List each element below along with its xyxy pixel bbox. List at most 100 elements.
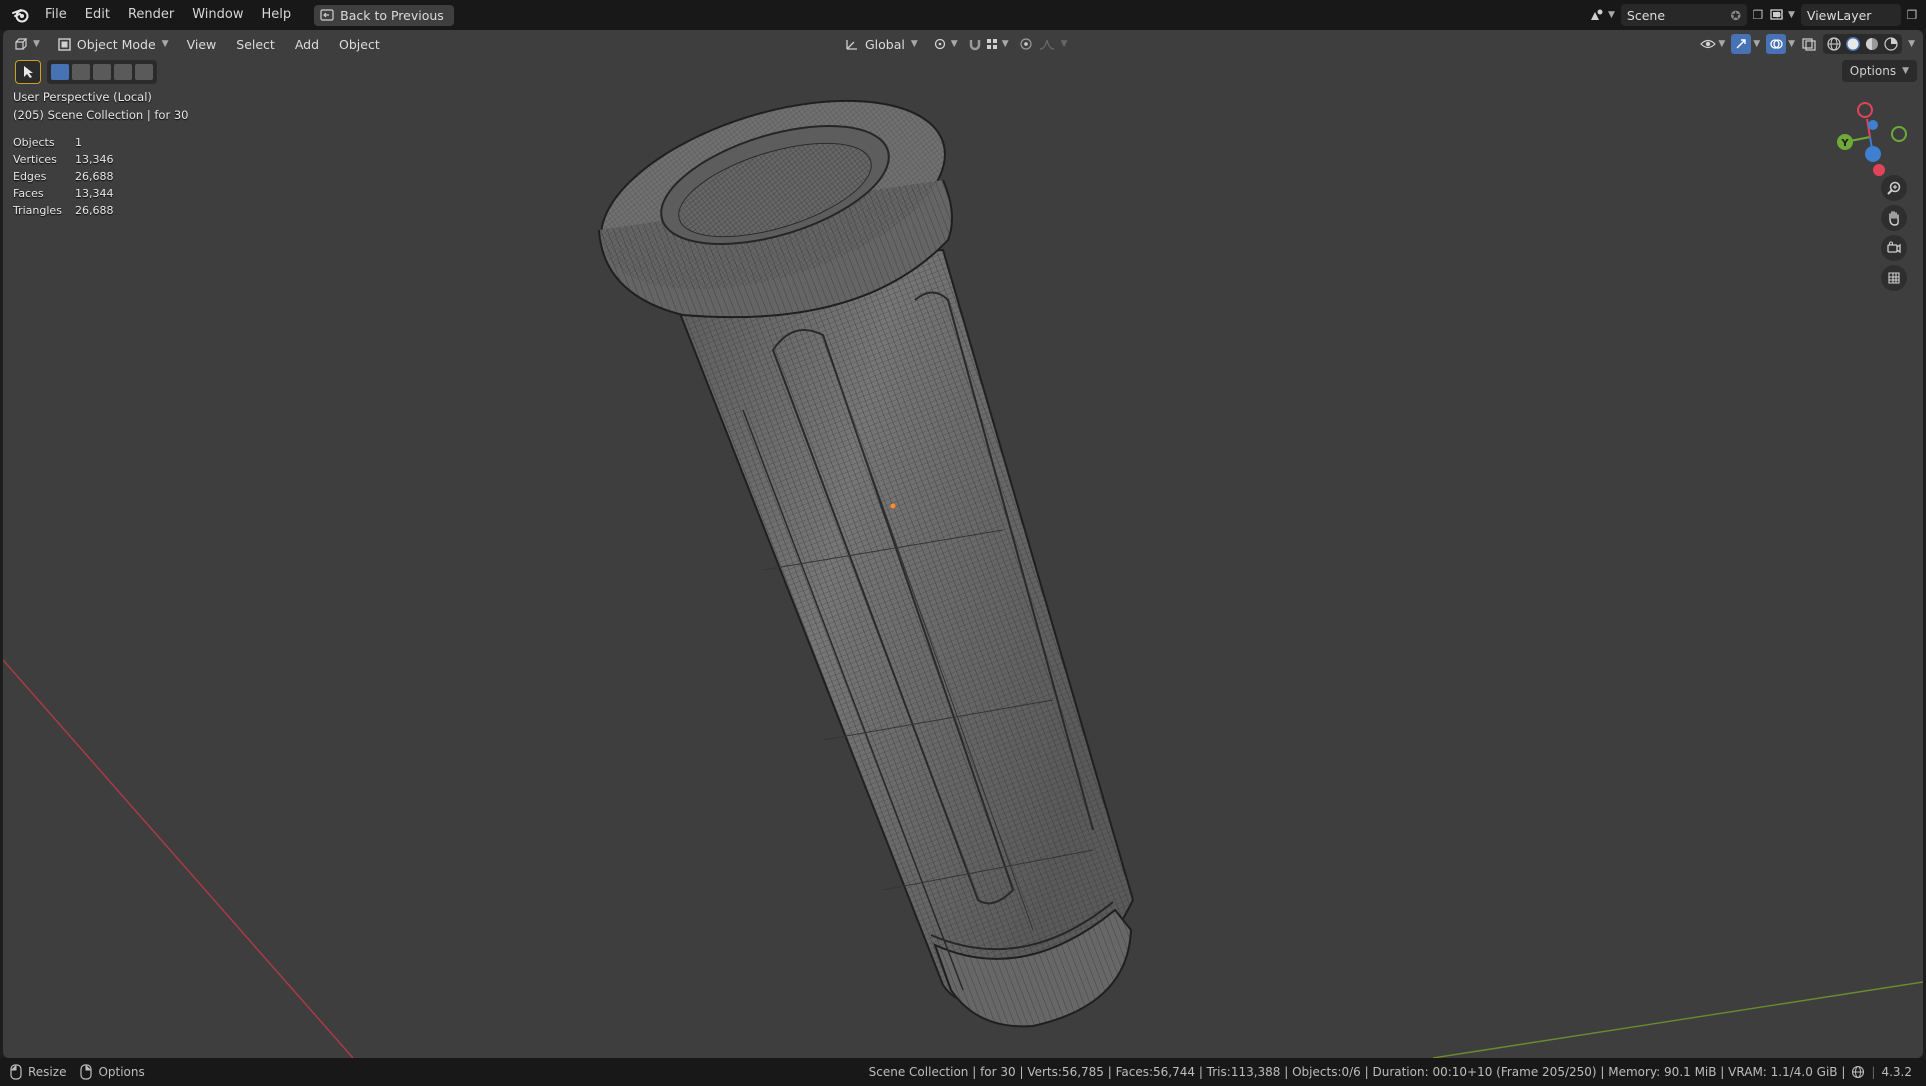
select-tool-button[interactable] xyxy=(15,60,41,84)
chevron-down-icon: ▼ xyxy=(33,39,40,49)
zoom-button[interactable] xyxy=(1881,175,1907,201)
status-bar: Resize Options Scene Collection | for 30… xyxy=(0,1058,1926,1086)
proportional-edit-icon xyxy=(1019,37,1033,51)
blender-version: 4.3.2 xyxy=(1881,1065,1912,1079)
menu-window[interactable]: Window xyxy=(183,0,252,30)
chevron-down-icon: ▼ xyxy=(1001,39,1009,49)
cursor-arrow-icon xyxy=(22,65,34,79)
overlays-button[interactable]: ▼ xyxy=(1766,33,1795,55)
eye-icon xyxy=(1700,37,1717,51)
stat-row: Faces 13,344 xyxy=(13,185,114,202)
extend-selection-icon[interactable] xyxy=(72,64,90,80)
grid-icon xyxy=(1886,270,1902,286)
orientation-icon xyxy=(845,37,859,51)
options-dropdown[interactable]: Options ▼ xyxy=(1841,60,1917,82)
view-layer-icon[interactable] xyxy=(1766,4,1788,26)
view-layer-value: ViewLayer xyxy=(1806,7,1872,23)
scene-name-field[interactable]: Scene ✪ xyxy=(1620,4,1747,26)
zoom-icon xyxy=(1886,180,1902,196)
3d-viewport[interactable]: ▼ Object Mode ▼ View Select Add Object G… xyxy=(3,30,1923,1058)
projection-toggle-button[interactable] xyxy=(1881,265,1907,291)
pin-icon[interactable]: ✪ xyxy=(1730,8,1740,23)
invert-selection-icon[interactable] xyxy=(114,64,132,80)
gizmo-neg-y-handle[interactable] xyxy=(1891,126,1907,142)
globe-icon xyxy=(1851,1065,1865,1079)
camera-view-button[interactable] xyxy=(1881,235,1907,261)
proportional-edit-button[interactable]: ▼ xyxy=(1019,33,1068,55)
menu-render[interactable]: Render xyxy=(119,0,183,30)
set-new-selection-icon[interactable] xyxy=(51,64,69,80)
scene-selector: ▼ Scene ✪ ❐ ✕ xyxy=(1586,4,1791,26)
chevron-down-icon[interactable]: ▼ xyxy=(1608,10,1615,20)
gizmo-x-handle[interactable] xyxy=(1873,164,1885,176)
gizmo-toggle-icon xyxy=(1731,34,1752,54)
chevron-down-icon: ▼ xyxy=(1902,66,1909,76)
orientation-label: Global xyxy=(865,36,905,52)
visibility-button[interactable]: ▼ xyxy=(1700,33,1725,55)
falloff-curve-icon xyxy=(1039,37,1055,51)
stat-label: Vertices xyxy=(13,153,57,166)
menu-edit[interactable]: Edit xyxy=(76,0,119,30)
menu-add[interactable]: Add xyxy=(285,37,329,52)
separator: | xyxy=(1871,1065,1876,1079)
pivot-point-button[interactable]: ▼ xyxy=(932,33,958,55)
perspective-label: User Perspective (Local) xyxy=(13,90,152,104)
gizmo-toggle-button[interactable]: ▼ xyxy=(1731,33,1760,55)
rendered-shading-icon[interactable] xyxy=(1883,36,1899,52)
xray-icon xyxy=(1801,37,1817,51)
chevron-down-icon: ▼ xyxy=(1788,39,1796,49)
wireframe-shading-icon[interactable] xyxy=(1826,36,1842,52)
stat-label: Triangles xyxy=(13,204,62,217)
gizmo-neg-x-handle[interactable] xyxy=(1857,102,1873,118)
view-layer-field[interactable]: ViewLayer xyxy=(1800,4,1901,26)
solid-shading-icon[interactable] xyxy=(1845,36,1861,52)
snap-button[interactable]: ▼ xyxy=(968,33,1009,55)
viewport-header: ▼ Object Mode ▼ View Select Add Object G… xyxy=(3,30,1923,58)
blender-logo-icon[interactable] xyxy=(6,0,36,30)
menu-object[interactable]: Object xyxy=(329,37,390,52)
stat-value: 13,346 xyxy=(75,153,114,166)
new-view-layer-icon[interactable]: ❐ xyxy=(1901,4,1923,26)
gizmo-z-handle[interactable] xyxy=(1865,146,1881,162)
chevron-down-icon[interactable]: ▼ xyxy=(1908,39,1915,49)
magnet-icon xyxy=(968,37,982,51)
menu-select[interactable]: Select xyxy=(226,37,285,52)
top-menu-bar: File Edit Render Window Help Back to Pre… xyxy=(0,0,1926,30)
resize-hint: Resize xyxy=(28,1065,67,1079)
xray-button[interactable] xyxy=(1801,33,1817,55)
editor-type-button[interactable]: ▼ xyxy=(13,33,40,55)
pan-button[interactable] xyxy=(1881,205,1907,231)
orientation-dropdown[interactable]: Global ▼ xyxy=(841,33,922,55)
mode-dropdown[interactable]: Object Mode ▼ xyxy=(50,33,177,55)
x-axis-line xyxy=(3,659,354,1058)
blender-window: File Edit Render Window Help Back to Pre… xyxy=(0,0,1926,1086)
gizmo-neg-z-handle[interactable] xyxy=(1868,120,1878,130)
chevron-down-icon[interactable]: ▼ xyxy=(1788,10,1795,20)
viewport-info-overlay: User Perspective (Local) (205) Scene Col… xyxy=(13,88,188,124)
material-shading-icon[interactable] xyxy=(1864,36,1880,52)
viewport-shading-controls: ▼ ▼ ▼ ▼ xyxy=(1700,33,1915,55)
chevron-down-icon: ▼ xyxy=(161,39,169,49)
menu-file[interactable]: File xyxy=(36,0,76,30)
options-hint: Options xyxy=(98,1065,145,1079)
mode-label: Object Mode xyxy=(76,36,156,52)
subtract-selection-icon[interactable] xyxy=(93,64,111,80)
scene-type-icon[interactable] xyxy=(1586,4,1608,26)
menu-view[interactable]: View xyxy=(177,37,227,52)
chevron-down-icon: ▼ xyxy=(950,39,958,49)
editor-type-icon xyxy=(13,37,29,51)
gizmo-y-label: Y xyxy=(1840,138,1849,149)
hand-icon xyxy=(1886,210,1902,226)
camera-icon xyxy=(1886,240,1902,256)
menu-help[interactable]: Help xyxy=(253,0,301,30)
tool-settings-row xyxy=(15,60,157,84)
viewport-scene xyxy=(3,65,1923,1058)
back-to-previous-button[interactable]: Back to Previous xyxy=(314,4,454,26)
stat-row: Objects 1 xyxy=(13,134,114,151)
y-axis-line xyxy=(1432,981,1923,1058)
intersect-selection-icon[interactable] xyxy=(135,64,153,80)
status-left-hints: Resize Options xyxy=(10,1064,145,1080)
stat-row: Edges 26,688 xyxy=(13,168,114,185)
navigation-gizmo[interactable]: Y xyxy=(1825,92,1915,182)
tube-mesh[interactable] xyxy=(579,65,1135,1028)
